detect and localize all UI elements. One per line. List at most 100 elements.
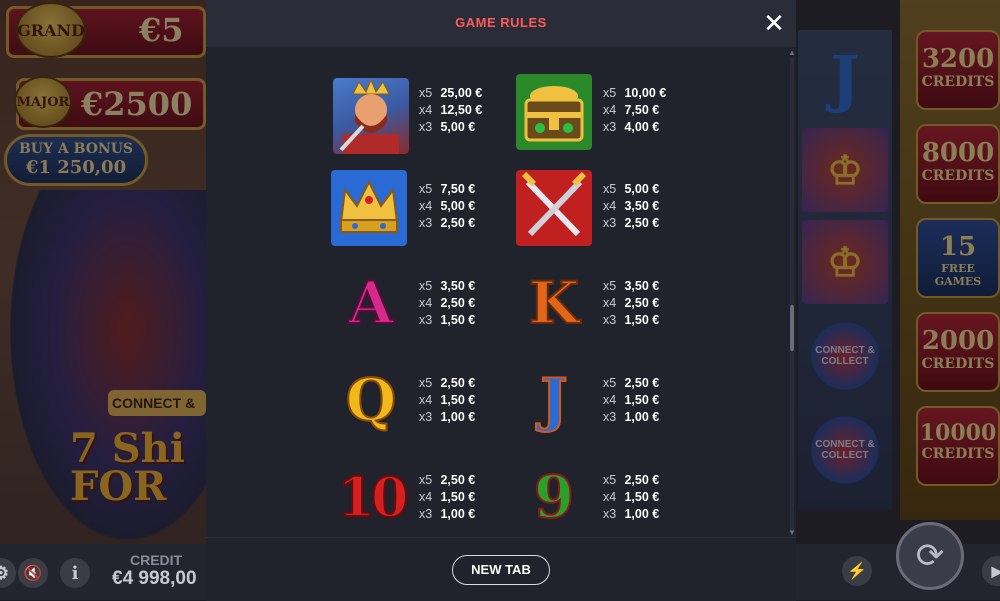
pay-multiplier: x4 — [419, 393, 433, 407]
pay-multiplier: x4 — [419, 490, 433, 504]
pay-amount: 3,50 € — [624, 199, 660, 213]
pay-values: x5 3,50 € x4 2,50 € x3 1,50 € — [603, 278, 659, 329]
paytable-item-king: x5 25,00 € x4 12,50 € x3 5,00 € — [333, 78, 517, 158]
sound-off-icon[interactable]: 🔇 — [18, 558, 48, 588]
scrollbar-track[interactable] — [790, 58, 794, 532]
pay-multiplier: x5 — [603, 182, 617, 196]
pay-values: x5 2,50 € x4 1,50 € x3 1,00 € — [603, 472, 659, 523]
pay-multiplier: x4 — [603, 199, 617, 213]
pay-values: x5 2,50 € x4 1,50 € x3 1,00 € — [419, 472, 475, 523]
a-letter-icon: A — [333, 265, 409, 341]
pay-amount: 1,50 € — [440, 490, 476, 504]
pay-multiplier: x4 — [603, 490, 617, 504]
credit-column: 3200 CREDITS 8000 CREDITS 15 FREE GAMES … — [900, 0, 1000, 520]
credit-tile-value: 3200 — [921, 44, 995, 74]
paytable-item-A: A x5 3,50 € x4 2,50 € x3 1,50 € — [333, 265, 517, 345]
pay-values: x5 25,00 € x4 12,50 € x3 5,00 € — [419, 85, 482, 136]
pay-multiplier: x5 — [603, 86, 617, 100]
credit-tile-label: CREDITS — [921, 356, 995, 372]
paytable-item-crossed-swords: x5 5,00 € x4 3,50 € x3 2,50 € — [516, 170, 700, 250]
pay-amount: 5,00 € — [624, 182, 660, 196]
pay-multiplier: x4 — [419, 296, 433, 310]
a-letter-glyph: A — [347, 269, 394, 337]
buy-bonus-button[interactable]: BUY A BONUS €1 250,00 — [4, 134, 148, 186]
reel-symbol-king: ♔ — [802, 220, 888, 304]
pay-multiplier: x4 — [419, 199, 433, 213]
pay-amount: 1,50 € — [624, 490, 660, 504]
pay-amount: 1,50 € — [440, 313, 476, 327]
pay-values: x5 3,50 € x4 2,50 € x3 1,50 € — [419, 278, 475, 329]
pay-amount: 3,50 € — [440, 279, 476, 293]
pay-amount: 25,00 € — [440, 86, 483, 100]
autoplay-icon[interactable]: ▶ — [982, 556, 1000, 586]
pay-amount: 1,00 € — [440, 507, 476, 521]
ten-number-glyph: 10 — [336, 465, 409, 529]
reel-symbol-j: J — [830, 41, 860, 115]
settings-icon[interactable]: ⚙ — [0, 558, 16, 588]
credit-tile-value: 2000 — [921, 326, 995, 356]
paytable-content[interactable]: x5 25,00 € x4 12,50 € x3 5,00 € x5 10,00… — [206, 47, 796, 537]
paytable-item-crown: x5 7,50 € x4 5,00 € x3 2,50 € — [331, 170, 515, 250]
reel-symbol-king: ♔ — [802, 128, 888, 212]
pay-amount: 2,50 € — [624, 216, 660, 230]
pay-multiplier: x4 — [603, 103, 617, 117]
nine-number-glyph: 9 — [533, 463, 575, 531]
paytable-item-9: 9 x5 2,50 € x4 1,50 € x3 1,00 € — [516, 459, 700, 537]
game-logo-text: 7 Shi FOR — [70, 425, 185, 510]
game-logo: 7 Shi FOR — [70, 425, 185, 510]
pay-amount: 2,50 € — [624, 376, 660, 390]
spin-button[interactable]: ⟳ — [896, 522, 964, 590]
pay-multiplier: x3 — [419, 120, 433, 134]
pay-amount: 10,00 € — [624, 86, 667, 100]
pay-amount: 5,00 € — [440, 120, 476, 134]
pay-multiplier: x3 — [603, 410, 617, 424]
credit-tile: 2000 CREDITS — [916, 312, 1000, 392]
crossed-swords-icon — [516, 170, 592, 246]
scrollbar-thumb[interactable] — [790, 305, 794, 351]
pay-amount: 4,00 € — [624, 120, 660, 134]
credit-tile: 3200 CREDITS — [916, 30, 1000, 110]
pay-amount: 7,50 € — [624, 103, 660, 117]
pay-amount: 1,50 € — [624, 313, 660, 327]
pay-multiplier: x4 — [603, 296, 617, 310]
pay-multiplier: x5 — [603, 279, 617, 293]
pay-values: x5 5,00 € x4 3,50 € x3 2,50 € — [603, 181, 659, 232]
free-games-label: FREE GAMES — [934, 262, 982, 288]
pay-multiplier: x3 — [419, 216, 433, 230]
pay-amount: 2,50 € — [440, 473, 476, 487]
pay-amount: 2,50 € — [624, 473, 660, 487]
pay-amount: 7,50 € — [440, 182, 476, 196]
k-letter-glyph: K — [528, 269, 580, 337]
jackpot-major-value: €2500 — [81, 85, 193, 123]
k-letter-icon: K — [516, 265, 592, 341]
credit-tile: 10000 CREDITS — [916, 406, 1000, 486]
pay-amount: 1,00 € — [624, 410, 660, 424]
pay-amount: 2,50 € — [624, 296, 660, 310]
jackpot-grand-value: €5 — [139, 11, 184, 49]
pay-values: x5 10,00 € x4 7,50 € x3 4,00 € — [603, 85, 666, 136]
close-button[interactable]: ✕ — [758, 8, 790, 40]
credit-tile-value: 10000 — [919, 420, 997, 446]
paytable-item-10: 10 x5 2,50 € x4 1,50 € x3 1,00 € — [333, 459, 517, 537]
pay-values: x5 2,50 € x4 1,50 € x3 1,00 € — [419, 375, 475, 426]
new-tab-button[interactable]: NEW TAB — [452, 555, 550, 585]
close-icon: ✕ — [763, 8, 785, 38]
turbo-off-icon[interactable]: ⚡ — [842, 556, 872, 586]
pay-amount: 1,50 € — [440, 393, 476, 407]
scroll-up-arrow-icon[interactable]: ▲ — [788, 48, 796, 57]
scroll-down-arrow-icon[interactable]: ▼ — [788, 528, 796, 537]
q-letter-icon: Q — [333, 362, 409, 438]
pay-multiplier: x5 — [603, 376, 617, 390]
pay-multiplier: x4 — [419, 103, 433, 117]
nine-number-icon: 9 — [516, 459, 592, 535]
game-background-right: J ♔ ♔ CONNECT & COLLECT CONNECT & COLLEC… — [796, 0, 1000, 600]
king-icon — [333, 78, 409, 154]
connect-collect-strip: CONNECT & — [108, 390, 206, 416]
free-games-value: 15 — [939, 232, 977, 262]
pay-multiplier: x3 — [419, 313, 433, 327]
modal-header: GAME RULES ✕ — [206, 0, 796, 47]
game-background-left: €5 GRAND €2500 MAJOR BUY A BONUS €1 250,… — [0, 0, 206, 600]
pay-multiplier: x3 — [603, 507, 617, 521]
reel-symbol-connect-collect: CONNECT & COLLECT — [802, 314, 888, 398]
info-icon[interactable]: i — [60, 558, 90, 588]
